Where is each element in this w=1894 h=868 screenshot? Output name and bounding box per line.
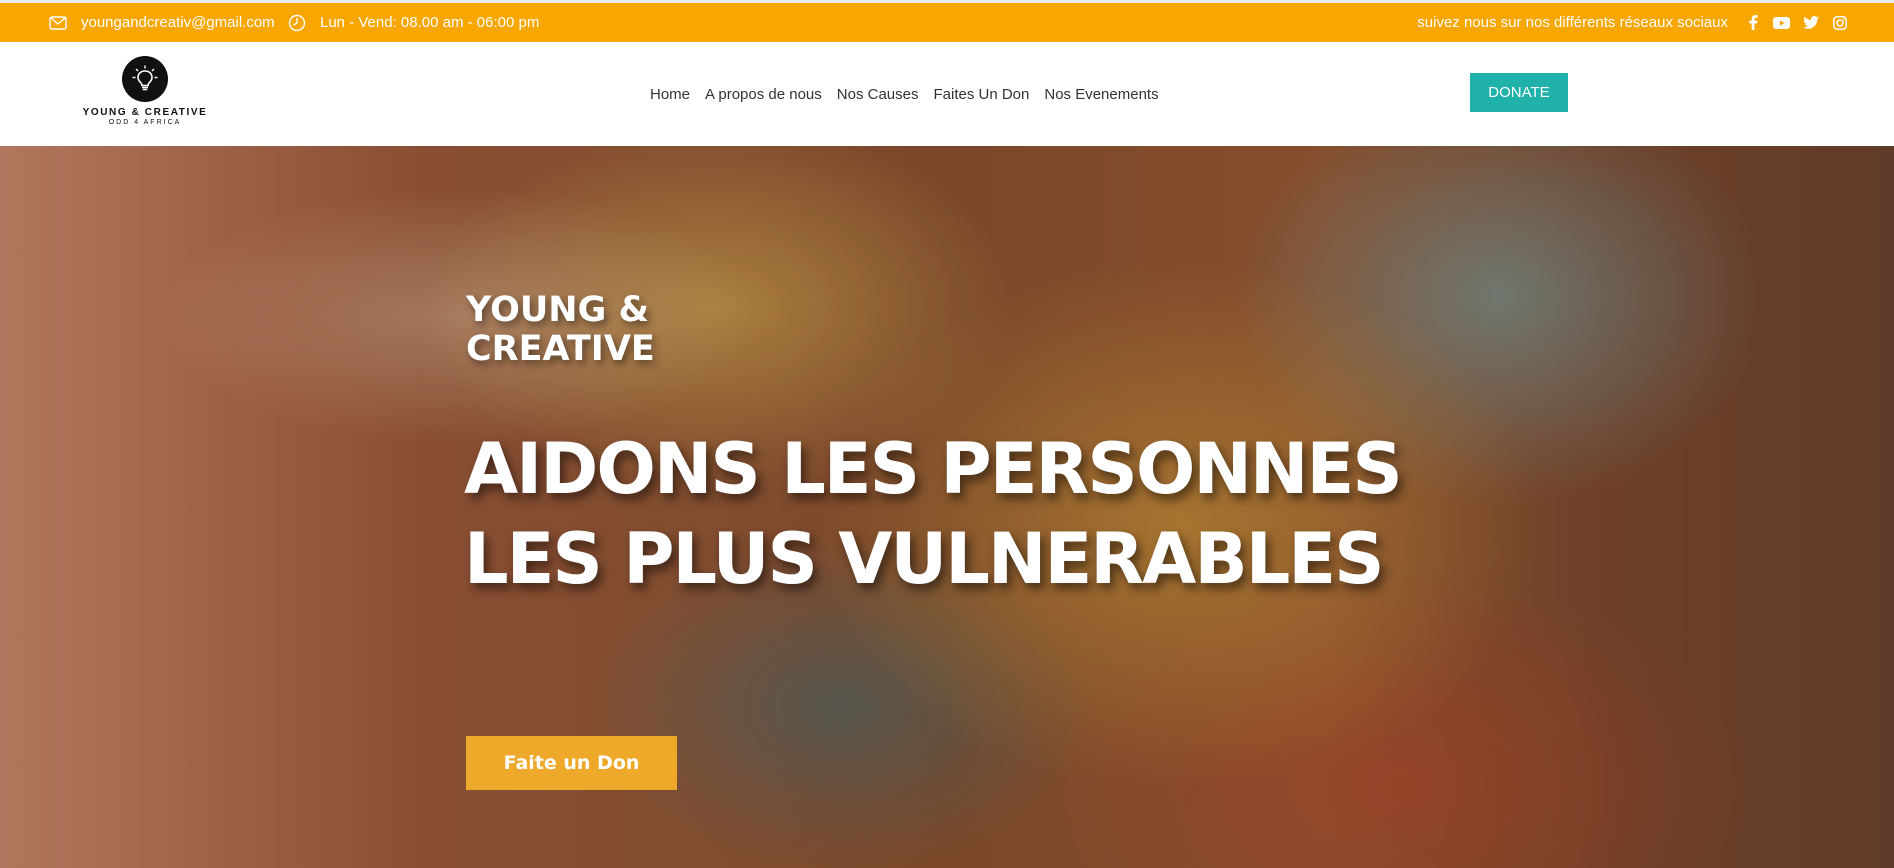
site-logo[interactable]: YOUNG & CREATIVE ODD 4 AFRICA [82,56,208,132]
facebook-icon[interactable] [1738,3,1767,42]
main-nav: Home A propos de nous Nos Causes Faites … [650,42,1174,146]
mail-icon [49,15,67,30]
site-header: YOUNG & CREATIVE ODD 4 AFRICA Home A pro… [0,42,1894,146]
hero-eyebrow: YOUNG & CREATIVE [466,290,655,369]
nav-item-events[interactable]: Nos Evenements [1044,86,1158,103]
nav-item-about[interactable]: A propos de nous [705,86,822,103]
hero-headline: AIDONS LES PERSONNES LES PLUS VULNERABLE… [464,428,1403,600]
nav-item-donate[interactable]: Faites Un Don [933,86,1029,103]
lightbulb-icon [122,56,168,102]
twitter-icon[interactable] [1796,3,1825,42]
email-text: youngandcreativ@gmail.com [81,14,275,31]
donate-button[interactable]: DONATE [1470,73,1568,112]
nav-item-home[interactable]: Home [650,86,690,103]
clock-icon [288,14,306,31]
instagram-icon[interactable] [1825,3,1854,42]
nav-item-causes[interactable]: Nos Causes [837,86,919,103]
logo-name: YOUNG & CREATIVE [82,107,208,118]
youtube-icon[interactable] [1767,3,1796,42]
donate-cta-button[interactable]: Faite un Don [466,736,677,790]
opening-hours: Lun - Vend: 08.00 am - 06:00 pm [288,3,539,42]
logo-tagline: ODD 4 AFRICA [108,119,182,126]
follow-text: suivez nous sur nos différents réseaux s… [1417,14,1728,31]
hero-banner: YOUNG & CREATIVE AIDONS LES PERSONNES LE… [0,146,1894,868]
contact-email[interactable]: youngandcreativ@gmail.com [49,3,275,42]
social-links: suivez nous sur nos différents réseaux s… [1417,3,1854,42]
hours-text: Lun - Vend: 08.00 am - 06:00 pm [320,14,540,31]
top-info-bar: youngandcreativ@gmail.com Lun - Vend: 08… [0,0,1894,42]
